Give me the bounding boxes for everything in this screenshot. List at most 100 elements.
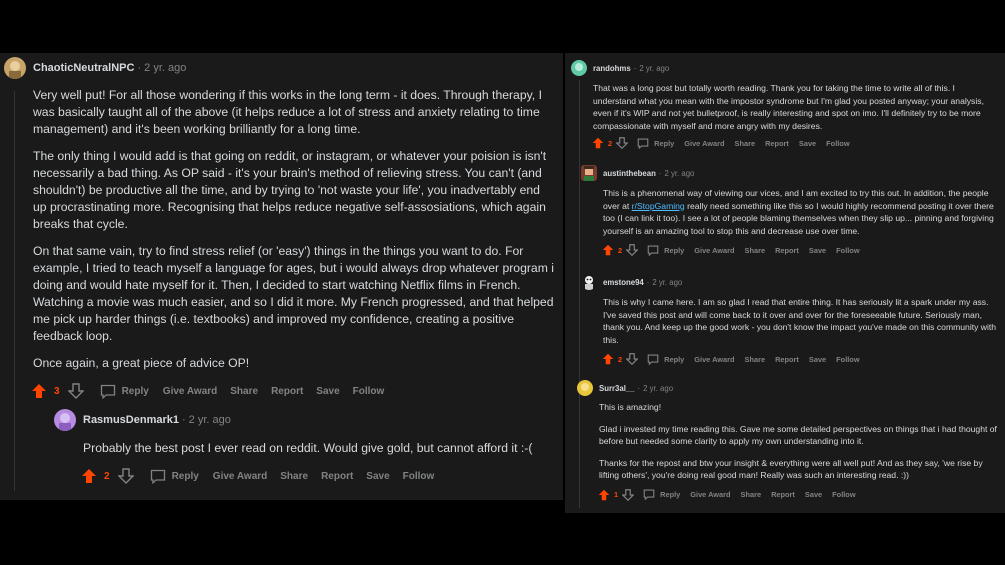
give-award-button[interactable]: Give Award — [163, 386, 217, 397]
upvote-button[interactable] — [592, 137, 604, 149]
reply-button[interactable]: Reply — [647, 245, 684, 256]
give-award-button[interactable]: Give Award — [684, 139, 724, 148]
author-name[interactable]: Surr3al__ — [599, 384, 635, 393]
share-button[interactable]: Share — [745, 246, 766, 255]
share-button[interactable]: Share — [280, 471, 308, 482]
timestamp[interactable]: 2 yr. ago — [664, 169, 694, 178]
upvote-arrow-icon[interactable] — [81, 468, 97, 484]
give-award-button[interactable]: Give Award — [690, 490, 730, 499]
author-name[interactable]: emstone94 — [603, 278, 644, 287]
avatar[interactable] — [581, 165, 597, 181]
comment-paragraph: Very well put! For all those wondering i… — [33, 88, 542, 136]
avatar[interactable] — [571, 60, 587, 76]
share-button[interactable]: Share — [741, 490, 762, 499]
upvote-button[interactable] — [602, 244, 614, 256]
upvote-arrow-icon[interactable] — [31, 383, 47, 399]
downvote-button[interactable] — [616, 137, 629, 150]
comment-body: This is amazing! Glad i invested my time… — [599, 401, 1001, 482]
save-button[interactable]: Save — [805, 490, 822, 499]
reply-label: Reply — [664, 354, 685, 364]
downvote-arrow-icon[interactable] — [67, 383, 84, 399]
downvote-button[interactable] — [117, 468, 134, 484]
downvote-button[interactable] — [626, 353, 639, 366]
comment-meta: RasmusDenmark1 · 2 yr. ago — [54, 409, 554, 431]
downvote-arrow-icon[interactable] — [616, 137, 629, 150]
timestamp[interactable]: 2 yr. ago — [643, 384, 673, 393]
comment-actions: 2 Reply Give Award Share Report Save Fol… — [81, 468, 554, 484]
author-name[interactable]: RasmusDenmark1 — [83, 414, 179, 426]
avatar[interactable] — [54, 409, 76, 431]
downvote-button[interactable] — [67, 383, 84, 399]
upvote-arrow-icon[interactable] — [598, 489, 610, 501]
upvote-button[interactable] — [81, 468, 97, 484]
avatar[interactable] — [577, 380, 593, 396]
author-name[interactable]: randohms — [593, 64, 631, 73]
avatar[interactable] — [4, 57, 26, 79]
upvote-button[interactable] — [602, 353, 614, 365]
left-comment-panel: ChaoticNeutralNPC · 2 yr. ago Very well … — [0, 53, 563, 500]
speech-bubble-icon — [150, 469, 165, 484]
timestamp[interactable]: 2 yr. ago — [652, 278, 682, 287]
reply-button[interactable]: Reply — [100, 384, 149, 399]
author-name[interactable]: austinthebean — [603, 169, 656, 178]
save-button[interactable]: Save — [366, 471, 389, 482]
avatar[interactable] — [581, 274, 597, 290]
follow-button[interactable]: Follow — [836, 355, 859, 364]
share-button[interactable]: Share — [735, 139, 756, 148]
reply-button[interactable]: Reply — [643, 489, 681, 501]
comment-austinthebean: austinthebean · 2 yr. ago This is a phen… — [581, 165, 1001, 257]
vote-score: 2 — [608, 138, 613, 148]
timestamp[interactable]: 2 yr. ago — [144, 62, 186, 74]
downvote-arrow-icon[interactable] — [626, 244, 639, 257]
share-button[interactable]: Share — [745, 355, 766, 364]
downvote-button[interactable] — [626, 244, 639, 257]
report-button[interactable]: Report — [771, 490, 795, 499]
report-button[interactable]: Report — [765, 139, 789, 148]
follow-button[interactable]: Follow — [826, 139, 849, 148]
reply-button[interactable]: Reply — [150, 469, 199, 484]
upvote-arrow-icon[interactable] — [602, 353, 614, 365]
report-button[interactable]: Report — [271, 386, 303, 397]
downvote-arrow-icon[interactable] — [117, 468, 134, 484]
separator-dot: · — [137, 62, 142, 74]
downvote-arrow-icon[interactable] — [622, 489, 635, 501]
follow-button[interactable]: Follow — [353, 386, 385, 397]
reply-label: Reply — [660, 490, 681, 500]
give-award-button[interactable]: Give Award — [213, 471, 267, 482]
comment-paragraph: Glad i invested my time reading this. Ga… — [599, 423, 997, 447]
report-button[interactable]: Report — [775, 355, 799, 364]
downvote-arrow-icon[interactable] — [626, 353, 639, 366]
follow-button[interactable]: Follow — [836, 246, 859, 255]
follow-button[interactable]: Follow — [403, 471, 435, 482]
upvote-button[interactable] — [598, 489, 610, 501]
comment-actions: 2 Reply Give Award Share Report Save Fol… — [602, 353, 1001, 366]
report-button[interactable]: Report — [775, 246, 799, 255]
reply-button[interactable]: Reply — [647, 354, 684, 365]
give-award-button[interactable]: Give Award — [694, 246, 734, 255]
save-button[interactable]: Save — [316, 386, 339, 397]
comment-body: This is why I came here. I am so glad I … — [603, 296, 1001, 346]
separator-dot: · — [658, 168, 662, 178]
save-button[interactable]: Save — [799, 139, 816, 148]
follow-button[interactable]: Follow — [832, 490, 855, 499]
report-button[interactable]: Report — [321, 471, 353, 482]
vote-score: 2 — [618, 245, 623, 255]
timestamp[interactable]: 2 yr. ago — [639, 64, 669, 73]
save-button[interactable]: Save — [809, 355, 826, 364]
timestamp[interactable]: 2 yr. ago — [189, 414, 231, 426]
subreddit-link[interactable]: r/StopGaming — [632, 201, 685, 211]
speech-bubble-icon — [647, 354, 659, 365]
share-button[interactable]: Share — [230, 386, 258, 397]
give-award-button[interactable]: Give Award — [694, 355, 734, 364]
reply-button[interactable]: Reply — [637, 138, 674, 149]
upvote-arrow-icon[interactable] — [592, 137, 604, 149]
comment-body: That was a long post but totally worth r… — [593, 82, 997, 132]
upvote-arrow-icon[interactable] — [602, 244, 614, 256]
downvote-button[interactable] — [622, 489, 635, 501]
author-name[interactable]: ChaoticNeutralNPC — [33, 62, 134, 74]
save-button[interactable]: Save — [809, 246, 826, 255]
upvote-button[interactable] — [31, 383, 47, 399]
comment-meta: emstone94 · 2 yr. ago — [581, 274, 1001, 290]
comment-rasmusdenmark1: RasmusDenmark1 · 2 yr. ago Probably the … — [54, 409, 554, 484]
comment-actions: 1 Reply Give Award Share Report Save Fol… — [598, 489, 1001, 501]
